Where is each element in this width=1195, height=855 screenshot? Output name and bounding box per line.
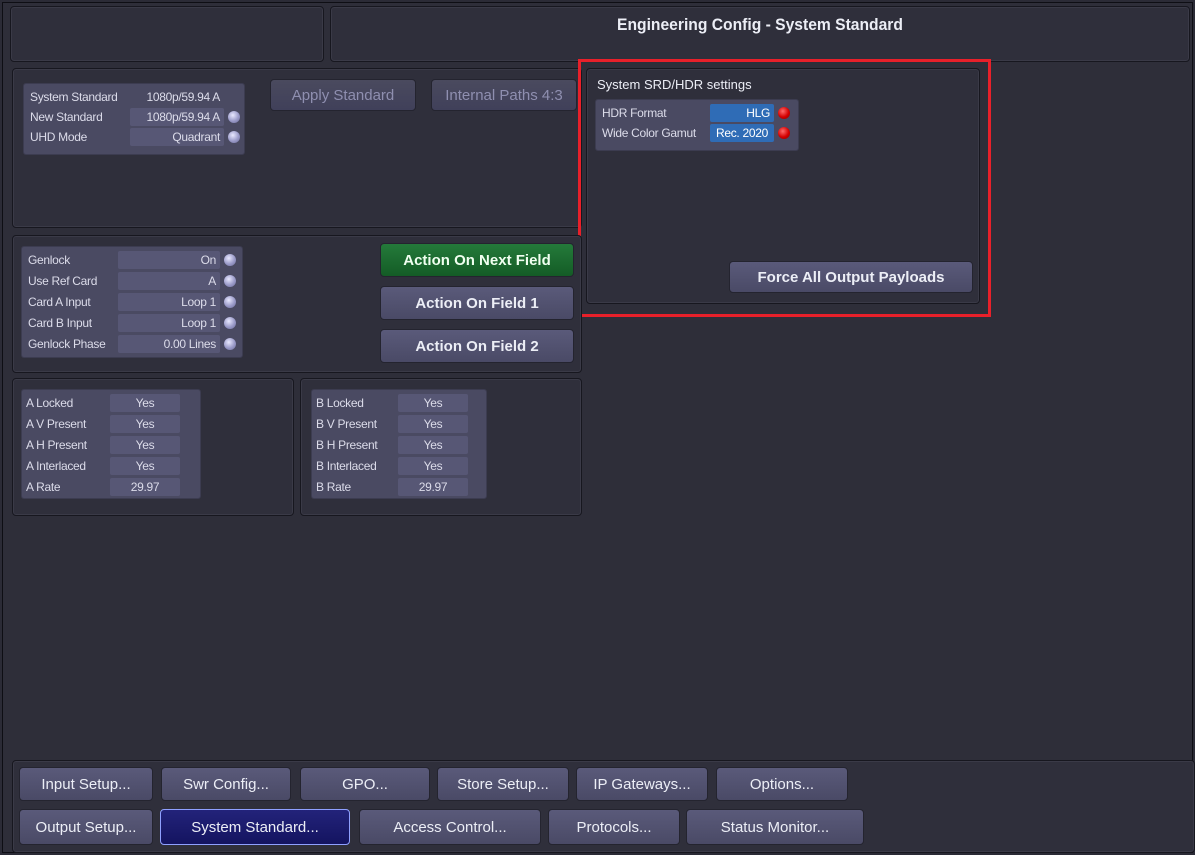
a-interlaced-row: A Interlaced Yes — [26, 456, 196, 476]
uhd-mode-indicator-icon — [228, 131, 240, 143]
card-a-input-label: Card A Input — [28, 295, 91, 309]
b-v-present-row: B V Present Yes — [316, 414, 482, 434]
b-h-present-value: Yes — [398, 436, 468, 454]
a-rate-value: 29.97 — [110, 478, 180, 496]
card-b-fields: B Locked Yes B V Present Yes B H Present… — [311, 389, 487, 499]
nav-protocols-button[interactable]: Protocols... — [548, 809, 680, 845]
nav-access-control-button[interactable]: Access Control... — [359, 809, 541, 845]
b-v-present-label: B V Present — [316, 417, 377, 431]
nav-output-setup-button[interactable]: Output Setup... — [19, 809, 153, 845]
a-interlaced-value: Yes — [110, 457, 180, 475]
new-standard-label: New Standard — [30, 110, 103, 124]
a-rate-label: A Rate — [26, 480, 61, 494]
card-b-input-label: Card B Input — [28, 316, 92, 330]
b-locked-row: B Locked Yes — [316, 393, 482, 413]
system-standard-value: 1080p/59.94 A — [146, 90, 220, 104]
a-interlaced-label: A Interlaced — [26, 459, 86, 473]
a-v-present-label: A V Present — [26, 417, 87, 431]
standard-fields: System Standard 1080p/59.94 A New Standa… — [23, 83, 245, 155]
nav-gpo-button[interactable]: GPO... — [300, 767, 430, 801]
a-h-present-value: Yes — [110, 436, 180, 454]
action-on-next-field-button[interactable]: Action On Next Field — [380, 243, 574, 277]
a-rate-row: A Rate 29.97 — [26, 477, 196, 497]
card-b-input-row[interactable]: Card B Input Loop 1 — [28, 313, 240, 333]
page-title: Engineering Config - System Standard — [617, 15, 903, 34]
highlight-box — [578, 59, 991, 317]
b-interlaced-value: Yes — [398, 457, 468, 475]
b-rate-row: B Rate 29.97 — [316, 477, 482, 497]
genlock-indicator-icon — [224, 254, 236, 266]
genlock-label: Genlock — [28, 253, 70, 267]
b-locked-label: B Locked — [316, 396, 364, 410]
genlock-fields: Genlock On Use Ref Card A Card A Input L… — [21, 246, 243, 358]
b-interlaced-row: B Interlaced Yes — [316, 456, 482, 476]
uhd-mode-value[interactable]: Quadrant — [130, 128, 224, 146]
card-a-status-panel: A Locked Yes A V Present Yes A H Present… — [12, 378, 294, 516]
card-b-input-indicator-icon — [224, 317, 236, 329]
nav-options-button[interactable]: Options... — [716, 767, 848, 801]
use-ref-card-indicator-icon — [224, 275, 236, 287]
system-standard-row: System Standard 1080p/59.94 A — [30, 87, 242, 107]
b-interlaced-label: B Interlaced — [316, 459, 377, 473]
genlock-value[interactable]: On — [118, 251, 220, 269]
uhd-mode-row[interactable]: UHD Mode Quadrant — [30, 127, 242, 147]
genlock-phase-value[interactable]: 0.00 Lines — [118, 335, 220, 353]
card-b-status-panel: B Locked Yes B V Present Yes B H Present… — [300, 378, 582, 516]
card-a-input-value[interactable]: Loop 1 — [118, 293, 220, 311]
a-h-present-label: A H Present — [26, 438, 87, 452]
genlock-phase-row[interactable]: Genlock Phase 0.00 Lines — [28, 334, 240, 354]
b-h-present-label: B H Present — [316, 438, 378, 452]
a-locked-row: A Locked Yes — [26, 393, 196, 413]
card-a-input-row[interactable]: Card A Input Loop 1 — [28, 292, 240, 312]
nav-ip-gateways-button[interactable]: IP Gateways... — [576, 767, 708, 801]
nav-swr-config-button[interactable]: Swr Config... — [161, 767, 291, 801]
new-standard-row[interactable]: New Standard 1080p/59.94 A — [30, 107, 242, 127]
nav-status-monitor-button[interactable]: Status Monitor... — [686, 809, 864, 845]
use-ref-card-value[interactable]: A — [118, 272, 220, 290]
nav-store-setup-button[interactable]: Store Setup... — [437, 767, 569, 801]
action-on-field-1-button[interactable]: Action On Field 1 — [380, 286, 574, 320]
new-standard-value[interactable]: 1080p/59.94 A — [130, 108, 224, 126]
new-standard-indicator-icon — [228, 111, 240, 123]
action-on-field-2-button[interactable]: Action On Field 2 — [380, 329, 574, 363]
uhd-mode-label: UHD Mode — [30, 130, 87, 144]
b-locked-value: Yes — [398, 394, 468, 412]
card-b-input-value[interactable]: Loop 1 — [118, 314, 220, 332]
apply-standard-button[interactable]: Apply Standard — [270, 79, 416, 111]
b-v-present-value: Yes — [398, 415, 468, 433]
b-rate-value: 29.97 — [398, 478, 468, 496]
card-a-fields: A Locked Yes A V Present Yes A H Present… — [21, 389, 201, 499]
genlock-row[interactable]: Genlock On — [28, 250, 240, 270]
a-locked-value: Yes — [110, 394, 180, 412]
bottom-nav-panel: Input Setup... Swr Config... GPO... Stor… — [12, 760, 1195, 853]
header-left-panel — [10, 6, 324, 62]
a-v-present-value: Yes — [110, 415, 180, 433]
system-standard-label: System Standard — [30, 90, 118, 104]
genlock-phase-label: Genlock Phase — [28, 337, 106, 351]
system-standard-panel: System Standard 1080p/59.94 A New Standa… — [12, 68, 582, 228]
use-ref-card-label: Use Ref Card — [28, 274, 98, 288]
genlock-panel: Genlock On Use Ref Card A Card A Input L… — [12, 235, 582, 373]
card-a-input-indicator-icon — [224, 296, 236, 308]
use-ref-card-row[interactable]: Use Ref Card A — [28, 271, 240, 291]
nav-system-standard-button[interactable]: System Standard... — [160, 809, 350, 845]
genlock-phase-indicator-icon — [224, 338, 236, 350]
a-v-present-row: A V Present Yes — [26, 414, 196, 434]
header-title-panel: Engineering Config - System Standard — [330, 6, 1190, 62]
b-rate-label: B Rate — [316, 480, 351, 494]
a-h-present-row: A H Present Yes — [26, 435, 196, 455]
internal-paths-button[interactable]: Internal Paths 4:3 — [431, 79, 577, 111]
nav-input-setup-button[interactable]: Input Setup... — [19, 767, 153, 801]
a-locked-label: A Locked — [26, 396, 73, 410]
b-h-present-row: B H Present Yes — [316, 435, 482, 455]
